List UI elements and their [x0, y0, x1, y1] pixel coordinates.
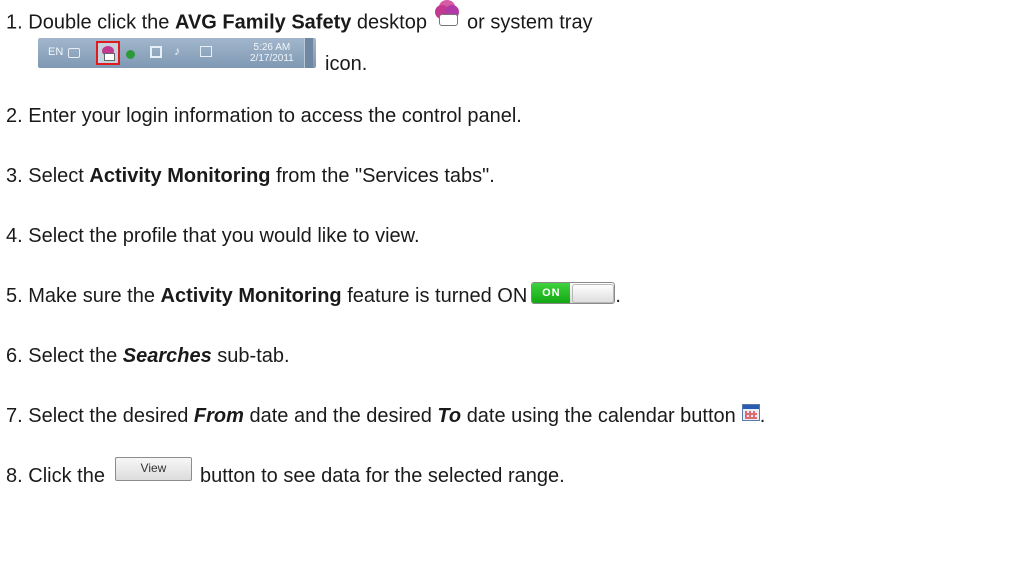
- step-text: Make sure the: [28, 285, 155, 307]
- step-6: 6. Select the Searches sub-tab.: [6, 344, 290, 368]
- step-text: or system tray: [466, 11, 593, 34]
- step-7: 7. Select the desired From date and the …: [6, 404, 765, 428]
- step-text: .: [759, 405, 766, 427]
- feature-name: Activity Monitoring: [89, 165, 271, 187]
- view-button-image: View: [114, 456, 192, 481]
- step-number: 7.: [6, 405, 23, 427]
- step-text: from the "Services tabs".: [276, 165, 495, 187]
- step-text: .: [615, 285, 621, 307]
- step-text: icon.: [325, 53, 368, 75]
- from-label: From: [193, 405, 244, 427]
- step-text: Select the: [28, 345, 118, 367]
- step-5: 5. Make sure the Activity Monitoring fea…: [6, 281, 621, 308]
- step-8: 8. Click the View button to see data for t…: [6, 456, 565, 489]
- display-icon: [200, 46, 212, 57]
- avg-family-safety-icon: [433, 0, 461, 26]
- step-text: date and the desired: [249, 405, 432, 427]
- step-number: 3.: [6, 165, 23, 187]
- step-text: feature is turned ON: [347, 285, 528, 307]
- feature-name: Activity Monitoring: [160, 285, 342, 307]
- tray-clock: 5:26 AM 2/17/2011: [250, 42, 294, 64]
- step-number: 1.: [6, 11, 23, 34]
- subtab-name: Searches: [122, 345, 212, 367]
- system-tray-image: EN ♪ 5:26 AM 2/17/2011: [38, 38, 316, 68]
- step-text: Select the desired: [28, 405, 189, 427]
- keyboard-icon: [68, 48, 80, 58]
- language-indicator: EN: [48, 46, 64, 58]
- step-text: Click the: [28, 465, 105, 487]
- step-text: Enter your login information to access t…: [28, 105, 522, 127]
- volume-icon: ♪: [174, 44, 180, 58]
- step-text: desktop: [356, 11, 427, 34]
- step-text: Select the profile that you would like t…: [28, 225, 420, 247]
- step-number: 8.: [6, 465, 23, 487]
- step-1: 1. Double click the AVG Family Safety de…: [6, 0, 593, 36]
- step-1-continued: icon.: [325, 52, 367, 76]
- step-3: 3. Select Activity Monitoring from the "…: [6, 164, 495, 188]
- step-4: 4. Select the profile that you would lik…: [6, 224, 420, 248]
- show-desktop-button: [304, 38, 313, 68]
- step-text: Double click the: [28, 11, 170, 34]
- app-name: AVG Family Safety: [175, 11, 352, 34]
- network-icon: [126, 50, 135, 59]
- step-text: Select: [28, 165, 84, 187]
- step-2: 2. Enter your login information to acces…: [6, 104, 522, 128]
- step-number: 5.: [6, 285, 23, 307]
- to-label: To: [437, 405, 462, 427]
- step-number: 6.: [6, 345, 23, 367]
- step-text: date using the calendar button: [466, 405, 736, 427]
- step-number: 2.: [6, 105, 23, 127]
- device-icon: [150, 46, 162, 58]
- tray-app-icon-highlight: [96, 41, 120, 65]
- step-text: button to see data for the selected rang…: [199, 465, 565, 487]
- step-text: sub-tab.: [217, 345, 290, 367]
- calendar-icon: [741, 404, 760, 422]
- on-toggle-image: ON: [531, 281, 616, 304]
- step-number: 4.: [6, 225, 23, 247]
